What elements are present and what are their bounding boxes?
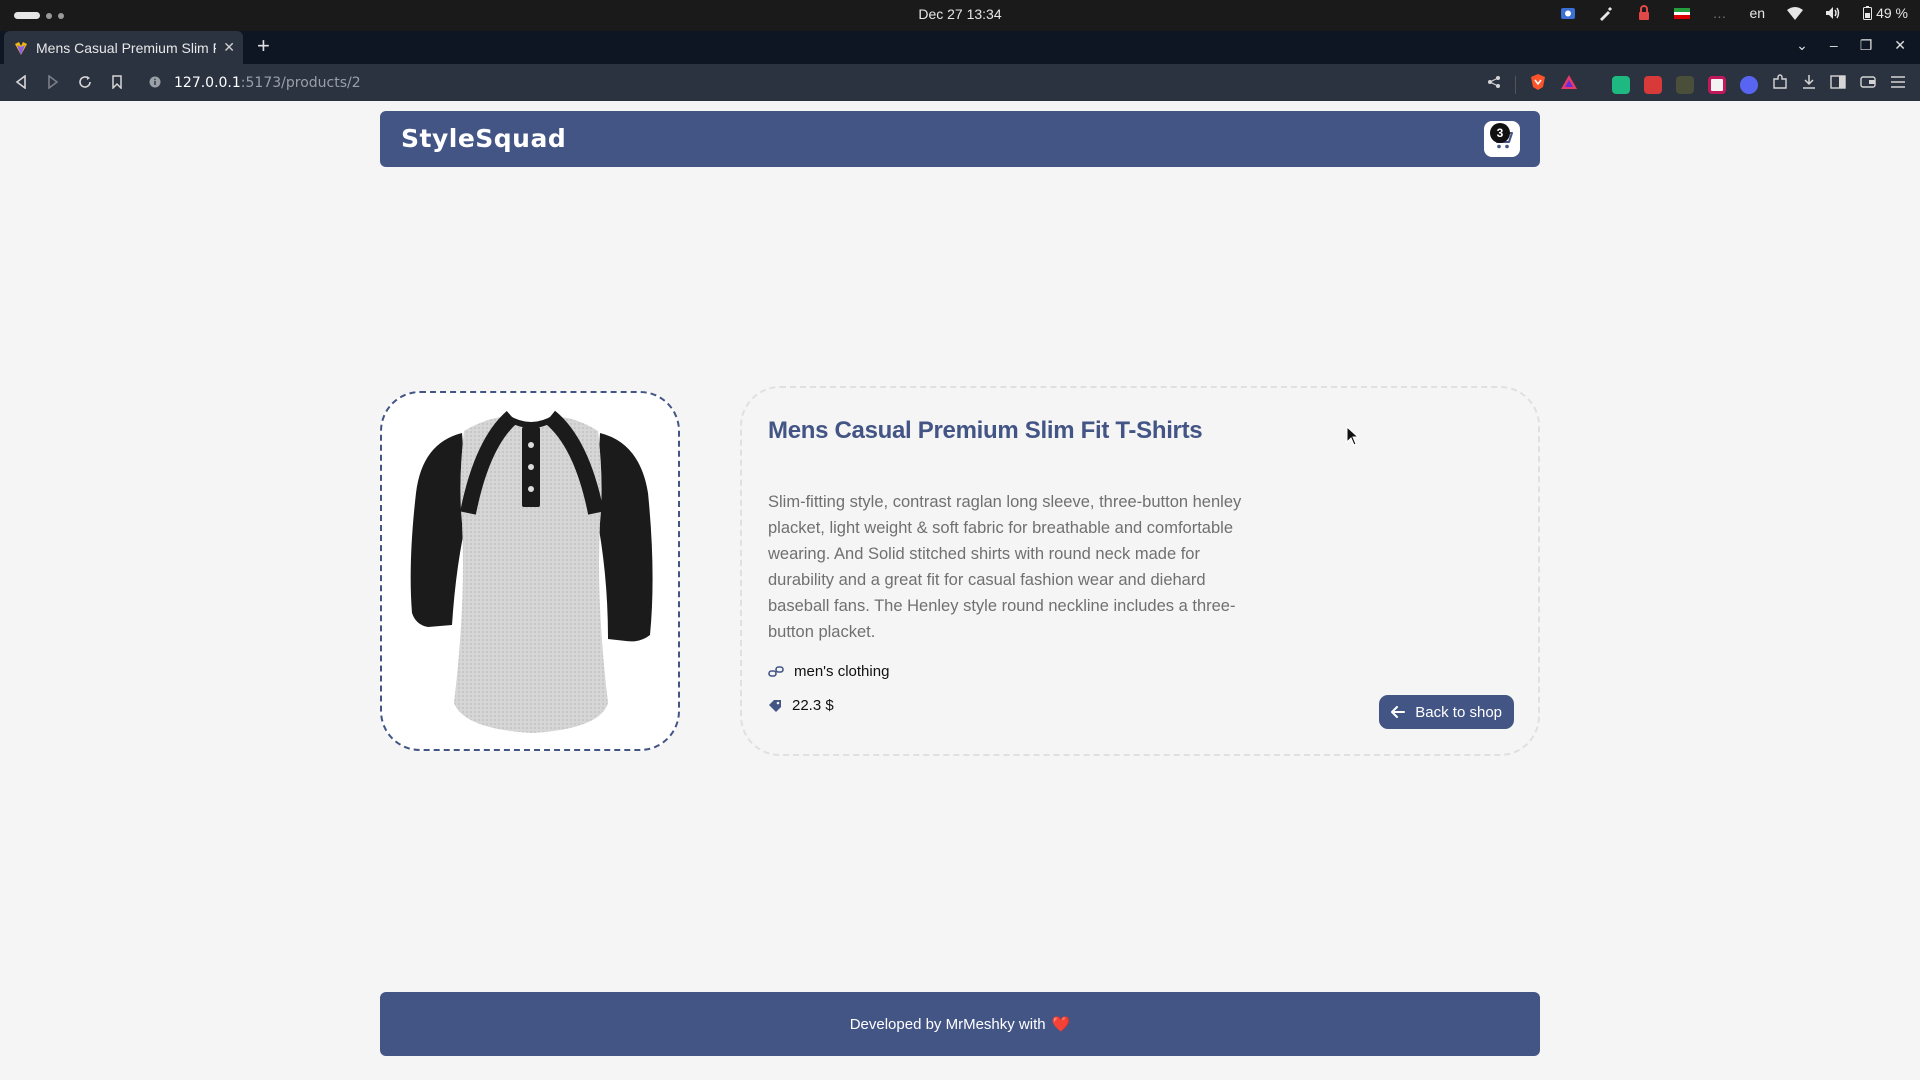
tab-title: Mens Casual Premium Slim Fit T-Shirts	[36, 39, 216, 56]
product-title: Mens Casual Premium Slim Fit T-Shirts	[768, 417, 1203, 444]
site-logo[interactable]: StyleSquad	[401, 124, 566, 153]
price-label: 22.3 $	[792, 697, 834, 714]
keyboard-language[interactable]: en	[1750, 5, 1766, 21]
volume-icon[interactable]	[1825, 5, 1841, 21]
product-info-card: Mens Casual Premium Slim Fit T-Shirts Sl…	[740, 386, 1540, 756]
extension-pocket-icon[interactable]	[1708, 75, 1726, 94]
browser-tab-strip: Mens Casual Premium Slim Fit T-Shirts ✕ …	[0, 31, 1920, 64]
brave-rewards-icon[interactable]	[1560, 74, 1578, 95]
site-footer: Developed by MrMeshky with ❤️	[380, 992, 1540, 1056]
extension-leaf-icon[interactable]	[1676, 75, 1694, 94]
category-label: men's clothing	[794, 663, 890, 680]
lock-icon[interactable]	[1636, 5, 1652, 21]
tshirt-image	[410, 410, 653, 733]
product-description: Slim-fitting style, contrast raglan long…	[768, 493, 1242, 641]
product-image	[380, 391, 680, 751]
share-icon[interactable]	[1487, 75, 1501, 94]
overflow-icon[interactable]: …	[1712, 5, 1728, 21]
favicon-icon	[15, 41, 27, 55]
vpn-extension-icon[interactable]	[1612, 75, 1630, 94]
brave-shield-icon[interactable]	[1530, 73, 1546, 96]
tab-list-icon[interactable]: ⌄	[1796, 37, 1808, 54]
back-to-shop-label: Back to shop	[1415, 703, 1502, 721]
minimize-icon[interactable]: –	[1830, 37, 1838, 54]
browser-toolbar: 127.0.0.1:5173/products/2	[0, 64, 1920, 101]
url-path: :5173/products/2	[240, 75, 361, 91]
battery-indicator[interactable]: 49 %	[1863, 5, 1908, 21]
url-host: 127.0.0.1	[174, 75, 241, 91]
page-content: StyleSquad 3 Mens Casual Premium Slim Fi…	[0, 101, 1920, 1080]
restore-icon[interactable]: ❐	[1860, 37, 1873, 54]
browser-tab[interactable]: Mens Casual Premium Slim Fit T-Shirts ✕	[4, 31, 243, 64]
extension-red-icon[interactable]	[1644, 75, 1662, 94]
system-tray: … en 49 %	[1560, 5, 1908, 21]
extension-discord-icon[interactable]	[1740, 75, 1758, 94]
site-header: StyleSquad 3	[380, 111, 1540, 167]
menu-icon[interactable]	[1890, 75, 1906, 94]
arrow-left-icon	[1391, 706, 1406, 718]
color-picker-icon[interactable]	[1598, 5, 1614, 21]
footer-credit: Developed by MrMeshky with	[849, 1015, 1046, 1033]
os-top-bar: Dec 27 13:34 … en 49 %	[0, 0, 1920, 31]
wallet-icon[interactable]	[1860, 75, 1876, 94]
site-info-icon[interactable]	[148, 73, 162, 91]
download-icon[interactable]	[1802, 74, 1816, 95]
cart-button[interactable]: 3	[1484, 121, 1520, 157]
link-icon	[768, 665, 784, 677]
close-tab-icon[interactable]: ✕	[223, 39, 235, 56]
extensions-area	[1487, 73, 1906, 96]
reload-icon[interactable]	[76, 73, 94, 91]
window-controls: ⌄ – ❐ ✕	[1796, 37, 1906, 54]
forward-nav-icon[interactable]	[44, 73, 62, 91]
cart-count-badge: 3	[1490, 123, 1510, 143]
product-price: 22.3 $	[768, 697, 834, 714]
new-tab-button[interactable]: +	[257, 35, 270, 57]
screenshot-icon[interactable]	[1560, 5, 1576, 21]
wifi-icon[interactable]	[1787, 5, 1804, 21]
mouse-cursor-icon	[1346, 426, 1360, 446]
bookmark-icon[interactable]	[108, 73, 126, 91]
heart-icon: ❤️	[1051, 1016, 1071, 1033]
sidebar-toggle-icon[interactable]	[1830, 75, 1846, 94]
battery-percent: 49 %	[1876, 5, 1908, 21]
flag-icon[interactable]	[1673, 5, 1690, 21]
battery-icon	[1863, 6, 1873, 20]
address-bar[interactable]: 127.0.0.1:5173/products/2	[174, 75, 361, 91]
product-category: men's clothing	[768, 663, 889, 680]
price-tag-icon	[769, 699, 781, 712]
back-nav-icon[interactable]	[12, 73, 30, 91]
back-to-shop-button[interactable]: Back to shop	[1379, 695, 1514, 729]
extensions-puzzle-icon[interactable]	[1772, 74, 1788, 95]
close-window-icon[interactable]: ✕	[1894, 37, 1906, 54]
